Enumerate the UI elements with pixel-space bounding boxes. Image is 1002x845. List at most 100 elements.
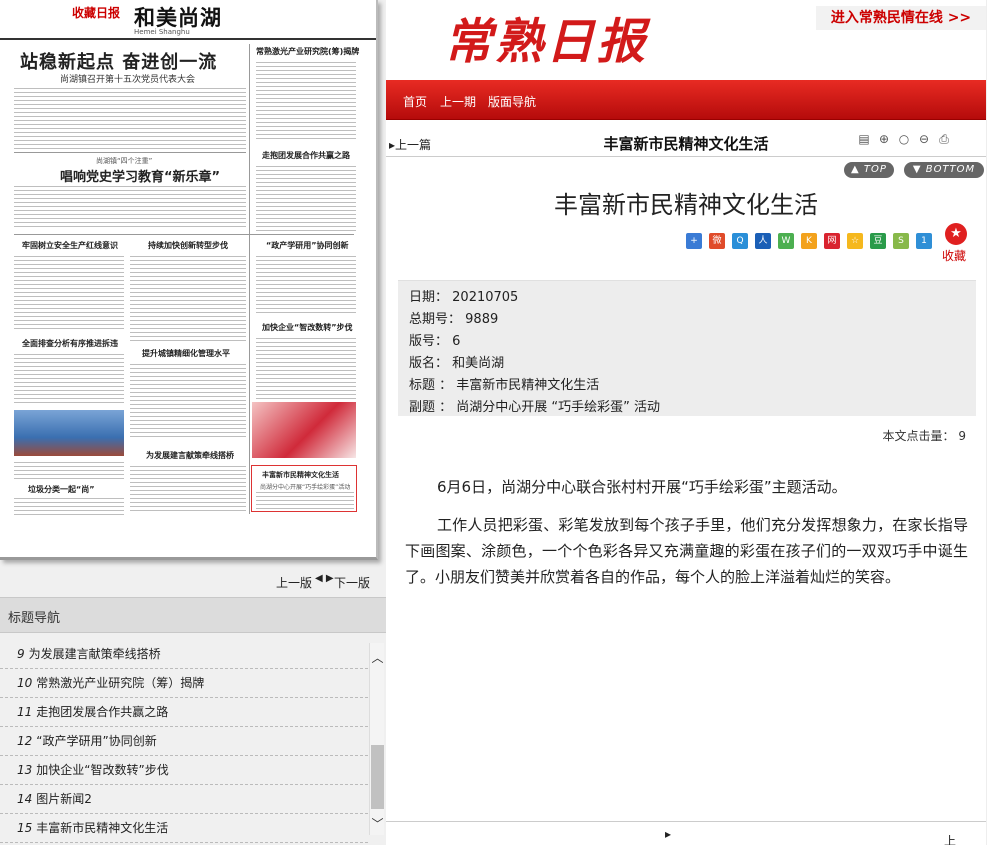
headline-digital[interactable]: 加快企业“智改数转”步伐 [262, 322, 353, 333]
window-scrollbar[interactable] [986, 0, 1002, 845]
nav-prev-issue-link[interactable]: 上一期 [440, 93, 476, 110]
meta-value: 20210705 [452, 290, 519, 305]
chevron-down-icon[interactable]: ﹀ [370, 815, 385, 831]
next-page-link[interactable]: 下一版 [334, 574, 370, 591]
title-nav-header: 标题导航 [0, 597, 386, 633]
nav-home-link[interactable]: 首页 [403, 93, 427, 110]
share-kaixin-icon[interactable]: K [801, 233, 817, 249]
column-rule [249, 44, 250, 514]
meta-total-issue: 总期号： 9889 [409, 312, 499, 327]
share-renren-icon[interactable]: 人 [755, 233, 771, 249]
headline[interactable]: 站稳新起点 奋进创一流 [20, 48, 217, 74]
headline-transform[interactable]: 持续加快创新转型步伐 [148, 240, 228, 251]
news-photo[interactable] [14, 410, 124, 456]
left-panel: 收藏日报 和美尚湖 Hemei Shanghu 站稳新起点 奋进创一流 尚湖镇召… [0, 0, 386, 845]
scroll-top-button[interactable]: ▲ TOP [844, 162, 894, 178]
title-nav-item-number: 14 [17, 792, 33, 806]
title-nav-item-number: 11 [17, 705, 33, 719]
meta-page-name: 版名： 和美尚湖 [409, 356, 505, 371]
title-nav-item-number: 10 [17, 676, 33, 690]
scroll-bottom-button[interactable]: ▼ BOTTOM [904, 162, 984, 178]
article-text-block [14, 462, 124, 480]
favorite-label[interactable]: 收藏 [942, 247, 966, 264]
scrollbar-thumb[interactable] [371, 745, 384, 809]
article-text-block [130, 364, 246, 440]
footer-prev-article-link[interactable]: ▸上一篇 [665, 827, 956, 845]
meta-label: 标题 [409, 378, 436, 393]
zoom-out-icon[interactable]: ⊖ [916, 131, 932, 147]
share-wechat-icon[interactable]: W [778, 233, 794, 249]
title-nav-item[interactable]: 13 加快企业“智改数转”步伐 [0, 756, 368, 785]
headline-bridge[interactable]: 为发展建言献策牵线搭桥 [146, 450, 234, 461]
headline-urban[interactable]: 提升城镇精细化管理水平 [142, 348, 230, 359]
article-text-block [14, 88, 246, 150]
click-count-value: 9 [958, 429, 966, 443]
headline-garbage[interactable]: 垃圾分类一起“尚” [28, 484, 95, 495]
chevron-up-icon[interactable]: ︿ [370, 649, 385, 665]
pager-arrows-icon[interactable]: ◀ ▶ [315, 573, 334, 584]
paper-logo: 收藏日报 [72, 6, 121, 20]
title-nav-item[interactable]: 12 “政产学研用”协同创新 [0, 727, 368, 756]
article-paragraph: 6月6日，尚湖分中心联合张村村开展“巧手绘彩蛋”主题活动。 [437, 478, 847, 496]
title-nav-item[interactable]: 14 图片新闻2 [0, 785, 368, 814]
click-count-label: 本文点击量： [882, 429, 955, 443]
title-nav-scrollbar[interactable]: ︿ ﹀ [369, 643, 384, 835]
meta-subtitle: 副题 ： 尚湖分中心开展 “巧手绘彩蛋” 活动 [409, 400, 661, 415]
current-article-highlight[interactable] [251, 465, 357, 512]
article-text-block [14, 498, 124, 518]
zoom-in-icon[interactable]: ⊕ [876, 131, 892, 147]
meta-value: 丰富新市民精神文化生活 [456, 378, 600, 393]
news-photo[interactable] [252, 402, 356, 458]
title-nav-item[interactable]: 15 丰富新市民精神文化生活 [0, 814, 368, 843]
meta-page-no: 版号： 6 [409, 334, 461, 349]
share-douban-icon[interactable]: 豆 [870, 233, 886, 249]
document-icon[interactable]: ▤ [856, 131, 872, 147]
article-text-block [14, 354, 124, 406]
minqing-online-link[interactable]: 进入常熟民情在线 >> [816, 6, 986, 30]
meta-value: 6 [452, 334, 461, 349]
headline-group[interactable]: 走抱团发展合作共赢之路 [262, 150, 350, 161]
title-nav-item-number: 15 [17, 821, 33, 835]
kicker: 尚湖镇“四个注重” [96, 157, 153, 165]
share-sohu-icon[interactable]: S [893, 233, 909, 249]
title-nav-item[interactable]: 10 常熟激光产业研究院（筹）揭牌 [0, 669, 368, 698]
scroll-top-label: TOP [863, 164, 887, 175]
article-text-block [14, 256, 124, 330]
share-qzone-icon[interactable]: Q [732, 233, 748, 249]
meta-label: 总期号 [409, 312, 449, 327]
meta-title: 标题 ： 丰富新市民精神文化生活 [409, 378, 600, 393]
print-icon[interactable]: ⎙ [936, 131, 952, 147]
footer-prev-article-label: 上一篇 [944, 834, 957, 845]
headline-zcx[interactable]: “政产学研用”协同创新 [266, 240, 349, 251]
title-nav-item[interactable]: 11 走抱团发展合作共赢之路 [0, 698, 368, 727]
headline-safety[interactable]: 牢固树立安全生产红线意识 [22, 240, 118, 251]
newspaper-logo[interactable]: 常熟日报 [444, 2, 648, 72]
headline-env[interactable]: 全面排查分析有序推进拆违 [22, 338, 118, 349]
share-more-icon[interactable]: 1 [916, 233, 932, 249]
article-metadata: 日期： 20210705 总期号： 9889 版号： 6 版名： 和美尚湖 标题… [398, 280, 976, 416]
share-netease-icon[interactable]: 网 [824, 233, 840, 249]
meta-date: 日期： 20210705 [409, 290, 519, 305]
meta-value: 和美尚湖 [452, 356, 505, 371]
article-text-block [130, 466, 246, 512]
prev-page-link[interactable]: 上一版 [276, 574, 312, 591]
favorite-star-icon[interactable]: ★ [945, 223, 967, 245]
headline-party-history[interactable]: 唱响党史学习教育“新乐章” [60, 166, 220, 185]
title-nav-item-label: 图片新闻2 [36, 792, 92, 806]
title-nav-item-label: 丰富新市民精神文化生活 [36, 821, 169, 835]
row-rule [14, 234, 354, 235]
article-toolbar: ▸上一篇 丰富新市民精神文化生活 ▤ ⊕ ○ ⊖ ⎙ [386, 127, 986, 157]
zoom-reset-icon[interactable]: ○ [896, 131, 912, 147]
article-title: 丰富新市民精神文化生活 [554, 191, 818, 219]
click-count: 本文点击量： 9 [386, 427, 966, 444]
page-header: 收藏日报 和美尚湖 Hemei Shanghu [0, 0, 376, 40]
nav-page-nav-link[interactable]: 版面导航 [488, 93, 536, 110]
article-text-block [14, 186, 246, 230]
headline-laser[interactable]: 常熟激光产业研究院(筹)揭牌 [256, 46, 359, 57]
share-weibo-icon[interactable]: 微 [709, 233, 725, 249]
newspaper-page-thumbnail[interactable]: 收藏日报 和美尚湖 Hemei Shanghu 站稳新起点 奋进创一流 尚湖镇召… [0, 0, 378, 560]
share-bookmark-icon[interactable]: ☆ [847, 233, 863, 249]
title-nav-item[interactable]: 9 为发展建言献策牵线搭桥 [0, 640, 368, 669]
page-pinyin: Hemei Shanghu [134, 28, 190, 36]
share-plus-icon[interactable]: + [686, 233, 702, 249]
